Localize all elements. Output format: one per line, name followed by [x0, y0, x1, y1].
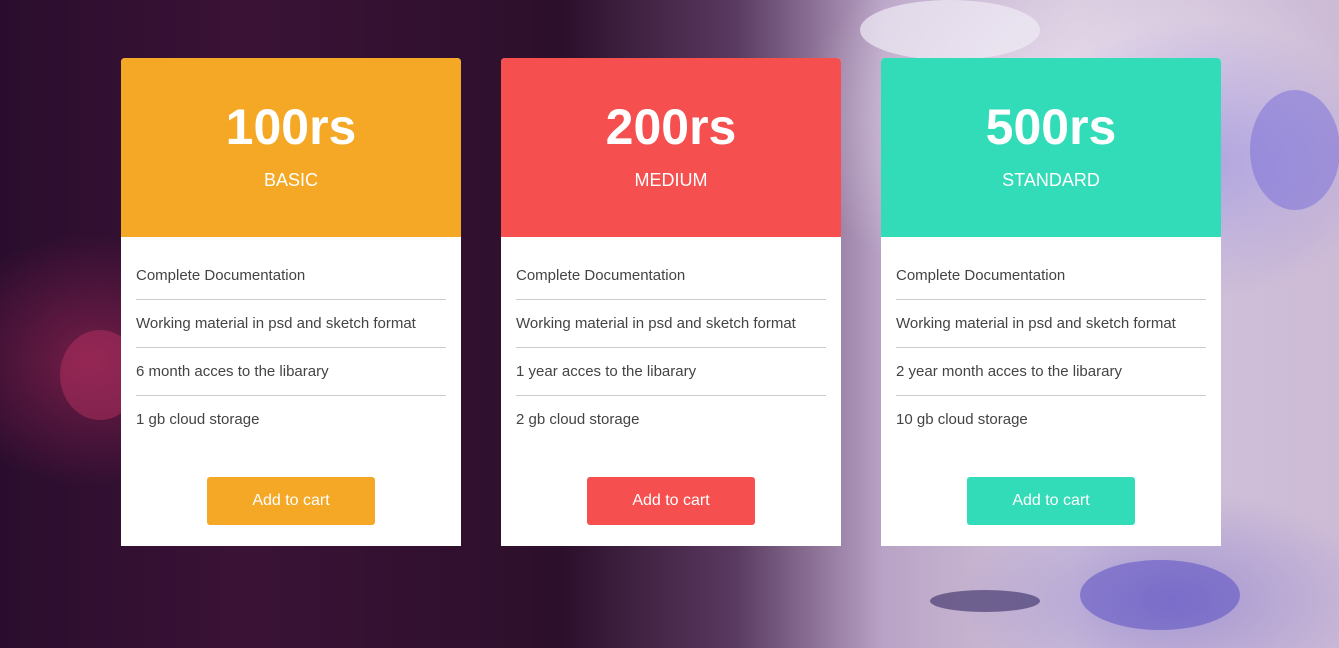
- plan-price: 100rs: [225, 99, 357, 155]
- feature-item: Complete Documentation: [896, 252, 1206, 300]
- plan-name: STANDARD: [1002, 170, 1100, 190]
- add-to-cart-button[interactable]: Add to cart: [587, 477, 755, 525]
- button-wrapper: Add to cart: [121, 477, 461, 525]
- feature-item: 1 gb cloud storage: [136, 411, 260, 428]
- add-to-cart-button[interactable]: Add to cart: [967, 477, 1135, 525]
- feature-item: Working material in psd and sketch forma…: [516, 300, 826, 348]
- button-wrapper: Add to cart: [501, 477, 841, 525]
- feature-item: Complete Documentation: [136, 252, 446, 300]
- pricing-card-medium: 200rs MEDIUM Complete Documentation Work…: [501, 58, 841, 546]
- card-header: 100rs BASIC: [121, 58, 461, 237]
- feature-item: 2 year month acces to the libarary: [896, 348, 1206, 396]
- pricing-card-standard: 500rs STANDARD Complete Documentation Wo…: [881, 58, 1221, 546]
- feature-item: Working material in psd and sketch forma…: [896, 300, 1206, 348]
- pricing-cards: 100rs BASIC Complete Documentation Worki…: [121, 58, 1221, 546]
- card-header: 200rs MEDIUM: [501, 58, 841, 237]
- background-splash: [1250, 90, 1339, 210]
- pricing-card-basic: 100rs BASIC Complete Documentation Worki…: [121, 58, 461, 546]
- card-header: 500rs STANDARD: [881, 58, 1221, 237]
- plan-price: 500rs: [985, 99, 1117, 155]
- plan-name: BASIC: [263, 170, 319, 190]
- button-wrapper: Add to cart: [881, 477, 1221, 525]
- add-to-cart-button[interactable]: Add to cart: [207, 477, 375, 525]
- feature-item: 6 month acces to the libarary: [136, 348, 446, 396]
- feature-item: Complete Documentation: [516, 252, 826, 300]
- plan-price: 200rs: [605, 99, 737, 155]
- feature-item: 10 gb cloud storage: [896, 411, 1028, 428]
- feature-item: Working material in psd and sketch forma…: [136, 300, 446, 348]
- background-splash: [1080, 560, 1240, 630]
- background-splash: [930, 590, 1040, 612]
- feature-list: Complete Documentation Working material …: [881, 237, 1221, 443]
- feature-item: 1 year acces to the libarary: [516, 348, 826, 396]
- plan-name: MEDIUM: [634, 170, 708, 190]
- background-splash: [860, 0, 1040, 60]
- feature-list: Complete Documentation Working material …: [501, 237, 841, 443]
- feature-list: Complete Documentation Working material …: [121, 237, 461, 443]
- feature-item: 2 gb cloud storage: [516, 411, 640, 428]
